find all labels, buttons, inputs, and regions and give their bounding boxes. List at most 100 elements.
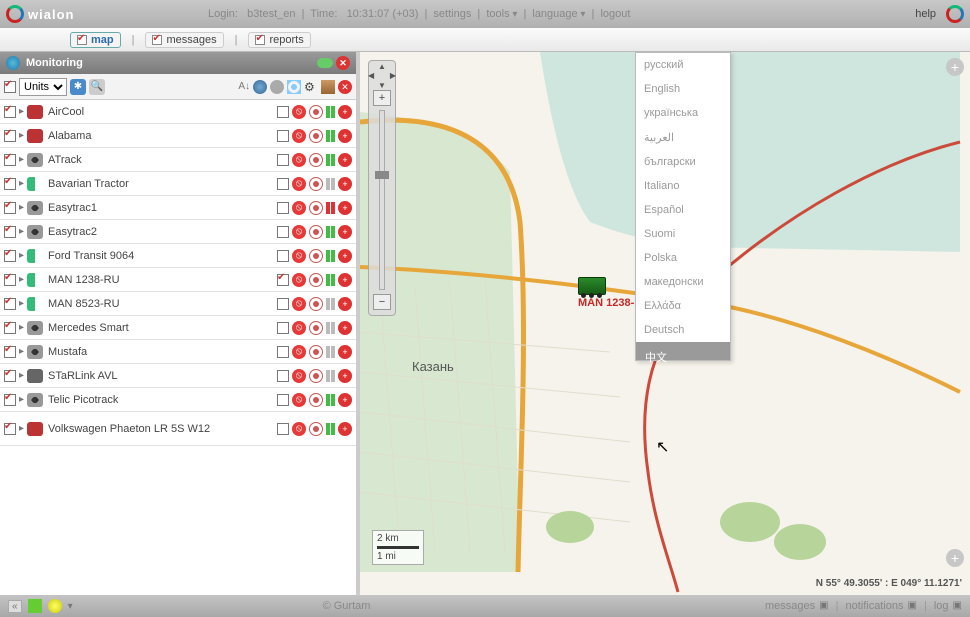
track-checkbox[interactable] (277, 202, 289, 214)
track-checkbox[interactable] (277, 298, 289, 310)
pan-control[interactable]: ▲▼◀▶ (370, 64, 394, 88)
stop-icon[interactable]: ⦸ (292, 321, 306, 335)
expand-icon[interactable]: ▸ (19, 298, 24, 309)
footer-notifications-link[interactable]: notifications (845, 600, 903, 612)
stop-icon[interactable]: ⦸ (292, 345, 306, 359)
stop-icon[interactable]: ⦸ (292, 273, 306, 287)
locate-icon[interactable] (309, 422, 323, 436)
zoom-out-button[interactable]: − (373, 294, 391, 310)
stop-icon[interactable]: ⦸ (292, 201, 306, 215)
unit-checkbox[interactable] (4, 298, 16, 310)
locate-icon[interactable] (309, 177, 323, 191)
unit-checkbox[interactable] (4, 346, 16, 358)
unit-row[interactable]: ▸MAN 8523-RU⦸+ (0, 292, 356, 316)
zoom-in-button[interactable]: + (373, 90, 391, 106)
expand-icon[interactable]: ▸ (19, 130, 24, 141)
add-icon[interactable]: + (338, 201, 352, 215)
add-icon[interactable]: + (338, 422, 352, 436)
unit-checkbox[interactable] (4, 130, 16, 142)
language-menu[interactable]: русскийEnglishукраїнськаالعربيةбългарски… (635, 52, 731, 361)
col-delete-icon[interactable]: ✕ (338, 80, 352, 94)
add-icon[interactable]: + (338, 105, 352, 119)
locate-icon[interactable] (309, 201, 323, 215)
dropdown-icon[interactable]: ▾ (68, 601, 73, 612)
language-option[interactable]: Deutsch (636, 318, 730, 342)
collapse-icon[interactable]: « (8, 600, 22, 613)
unit-checkbox[interactable] (4, 274, 16, 286)
col-settings-icon[interactable]: ⚙ (304, 80, 318, 94)
expand-icon[interactable]: ▸ (19, 154, 24, 165)
track-checkbox[interactable] (277, 274, 289, 286)
add-icon[interactable]: + (338, 273, 352, 287)
language-link[interactable]: language (532, 8, 577, 20)
panel-toggle-icon[interactable] (317, 58, 333, 68)
unit-row[interactable]: ▸ATrack⦸+ (0, 148, 356, 172)
expand-icon[interactable]: ▸ (19, 202, 24, 213)
unit-row[interactable]: ▸Mercedes Smart⦸+ (0, 316, 356, 340)
language-option[interactable]: Ελλάδα (636, 294, 730, 318)
add-icon[interactable]: + (338, 345, 352, 359)
map-area[interactable]: ▲▼◀▶ + − + + Казань MAN 1238-RU русскийE… (360, 52, 970, 595)
search-icon[interactable]: 🔍 (89, 79, 105, 95)
add-icon[interactable]: + (338, 393, 352, 407)
unit-row[interactable]: ▸Telic Picotrack⦸+ (0, 388, 356, 412)
stop-icon[interactable]: ⦸ (292, 297, 306, 311)
language-option[interactable]: English (636, 77, 730, 101)
locate-icon[interactable] (309, 105, 323, 119)
expand-bottom-icon[interactable]: + (946, 549, 964, 567)
sort-icon[interactable]: A↓ (238, 81, 250, 92)
unit-row[interactable]: ▸Mustafa⦸+ (0, 340, 356, 364)
tab-map[interactable]: map (70, 32, 121, 48)
filter-icon[interactable]: ✱ (70, 79, 86, 95)
add-icon[interactable]: + (338, 369, 352, 383)
stop-icon[interactable]: ⦸ (292, 249, 306, 263)
col-signal-icon[interactable] (287, 80, 301, 94)
locate-icon[interactable] (309, 273, 323, 287)
settings-link[interactable]: settings (433, 8, 471, 20)
expand-icon[interactable]: ▸ (19, 370, 24, 381)
unit-row[interactable]: ▸Easytrac2⦸+ (0, 220, 356, 244)
language-option[interactable]: Suomi (636, 222, 730, 246)
stop-icon[interactable]: ⦸ (292, 369, 306, 383)
bulb-icon[interactable] (48, 599, 62, 613)
unit-checkbox[interactable] (4, 226, 16, 238)
unit-row[interactable]: ▸Bavarian Tractor⦸+ (0, 172, 356, 196)
locate-icon[interactable] (309, 249, 323, 263)
add-icon[interactable]: + (338, 225, 352, 239)
unit-checkbox[interactable] (4, 106, 16, 118)
add-icon[interactable]: + (338, 153, 352, 167)
track-checkbox[interactable] (277, 346, 289, 358)
locate-icon[interactable] (309, 297, 323, 311)
add-icon[interactable]: + (338, 177, 352, 191)
stop-icon[interactable]: ⦸ (292, 153, 306, 167)
locate-icon[interactable] (309, 321, 323, 335)
language-option[interactable]: Español (636, 198, 730, 222)
language-option[interactable]: العربية (636, 125, 730, 150)
track-checkbox[interactable] (277, 154, 289, 166)
track-checkbox[interactable] (277, 394, 289, 406)
add-icon[interactable]: + (338, 321, 352, 335)
zoom-slider[interactable] (379, 110, 385, 290)
expand-top-icon[interactable]: + (946, 58, 964, 76)
logout-link[interactable]: logout (600, 8, 630, 20)
language-option[interactable]: македонски (636, 270, 730, 294)
add-icon[interactable]: + (338, 297, 352, 311)
stop-icon[interactable]: ⦸ (292, 105, 306, 119)
add-icon[interactable]: + (338, 129, 352, 143)
track-checkbox[interactable] (277, 370, 289, 382)
unit-row[interactable]: ▸Ford Transit 9064⦸+ (0, 244, 356, 268)
locate-icon[interactable] (309, 369, 323, 383)
unit-row[interactable]: ▸Easytrac1⦸+ (0, 196, 356, 220)
unit-checkbox[interactable] (4, 250, 16, 262)
language-option[interactable]: 中文 (636, 342, 730, 360)
unit-row[interactable]: ▸Alabama⦸+ (0, 124, 356, 148)
add-icon[interactable]: + (338, 249, 352, 263)
status-online-icon[interactable] (28, 599, 42, 613)
unit-checkbox[interactable] (4, 322, 16, 334)
select-all-checkbox[interactable] (4, 81, 16, 93)
locate-icon[interactable] (309, 393, 323, 407)
expand-icon[interactable]: ▸ (19, 394, 24, 405)
unit-row[interactable]: ▸MAN 1238-RU⦸+ (0, 268, 356, 292)
language-option[interactable]: Polska (636, 246, 730, 270)
footer-log-link[interactable]: log (934, 600, 949, 612)
